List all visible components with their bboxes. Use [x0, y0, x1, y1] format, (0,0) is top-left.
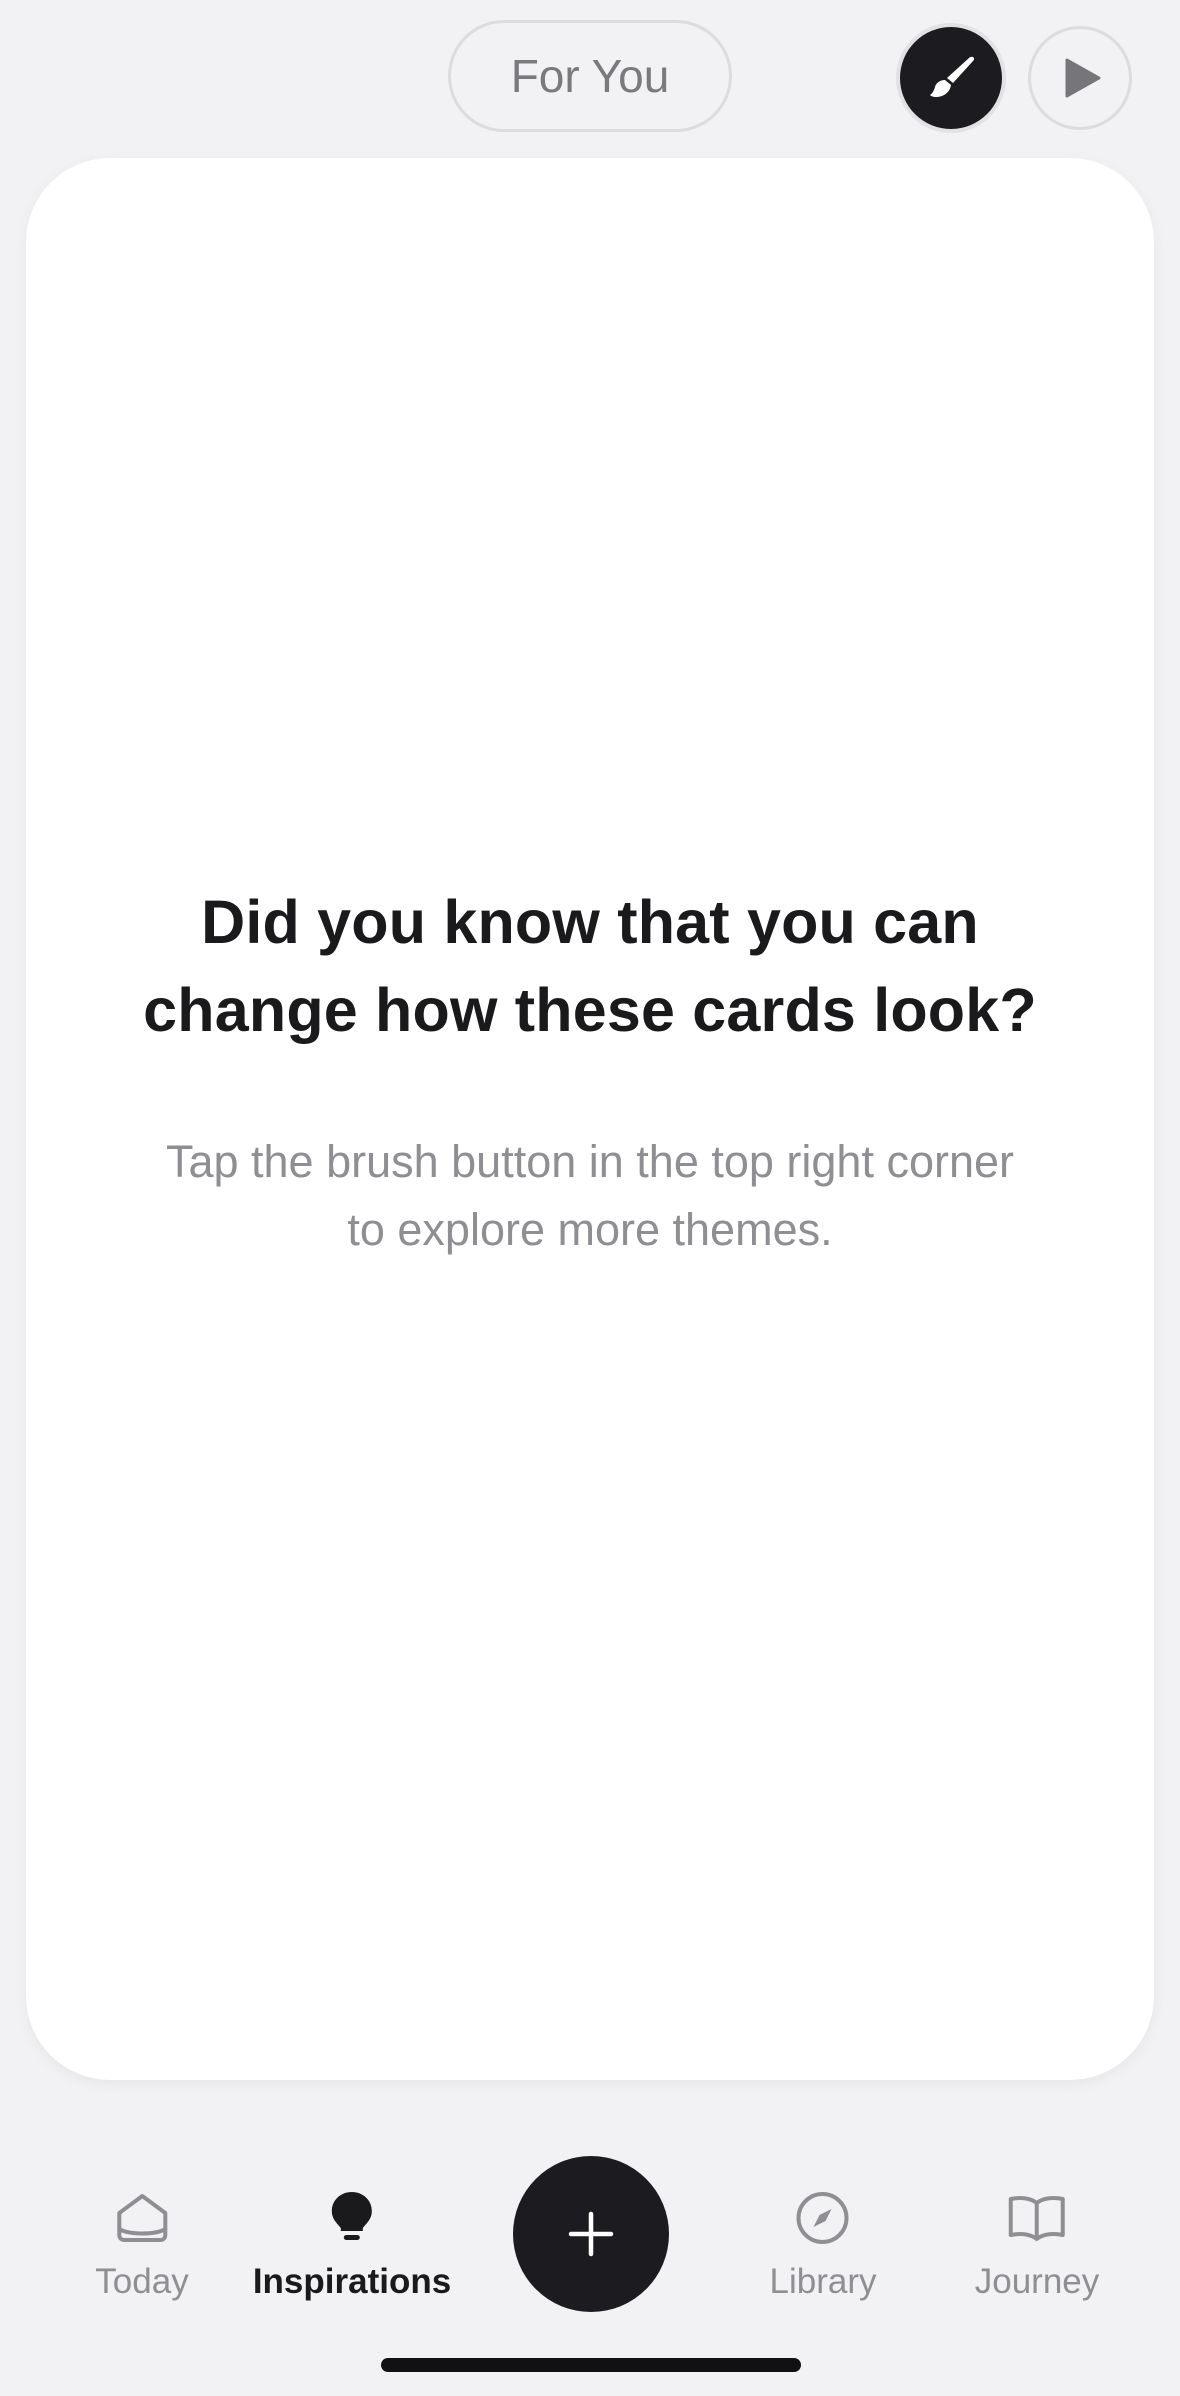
- tab-inspirations-label: Inspirations: [252, 2262, 452, 2301]
- bottom-tab-bar: Today Inspirations Library Journey: [0, 2140, 1180, 2340]
- add-button[interactable]: [513, 2156, 669, 2312]
- tab-library[interactable]: Library: [769, 2188, 877, 2302]
- lightbulb-icon: [322, 2188, 382, 2248]
- tab-journey-label: Journey: [974, 2262, 1100, 2301]
- card-content: Did you know that you can change how the…: [90, 878, 1090, 1264]
- play-icon: [1063, 57, 1103, 99]
- tab-today-label: Today: [95, 2262, 189, 2301]
- theme-brush-button[interactable]: [900, 27, 1002, 129]
- tab-journey[interactable]: Journey: [974, 2188, 1100, 2302]
- tab-today[interactable]: Today: [95, 2188, 189, 2302]
- play-button[interactable]: [1028, 26, 1132, 130]
- tab-inspirations[interactable]: Inspirations: [253, 2188, 451, 2302]
- compass-icon: [793, 2188, 853, 2248]
- for-you-label: For You: [510, 50, 670, 102]
- card-subtitle: Tap the brush button in the top right co…: [165, 1136, 1015, 1255]
- brush-icon: [923, 50, 979, 106]
- plus-icon: [566, 2209, 616, 2259]
- card-title: Did you know that you can change how the…: [143, 888, 1037, 1044]
- for-you-feed-button[interactable]: For You: [448, 20, 732, 132]
- home-icon: [112, 2188, 172, 2248]
- inspiration-card[interactable]: Did you know that you can change how the…: [26, 158, 1154, 2080]
- book-icon: [1007, 2188, 1067, 2248]
- home-indicator: [381, 2358, 801, 2372]
- tab-library-label: Library: [769, 2262, 877, 2301]
- screen: For You Did you know that you can change…: [0, 0, 1180, 2396]
